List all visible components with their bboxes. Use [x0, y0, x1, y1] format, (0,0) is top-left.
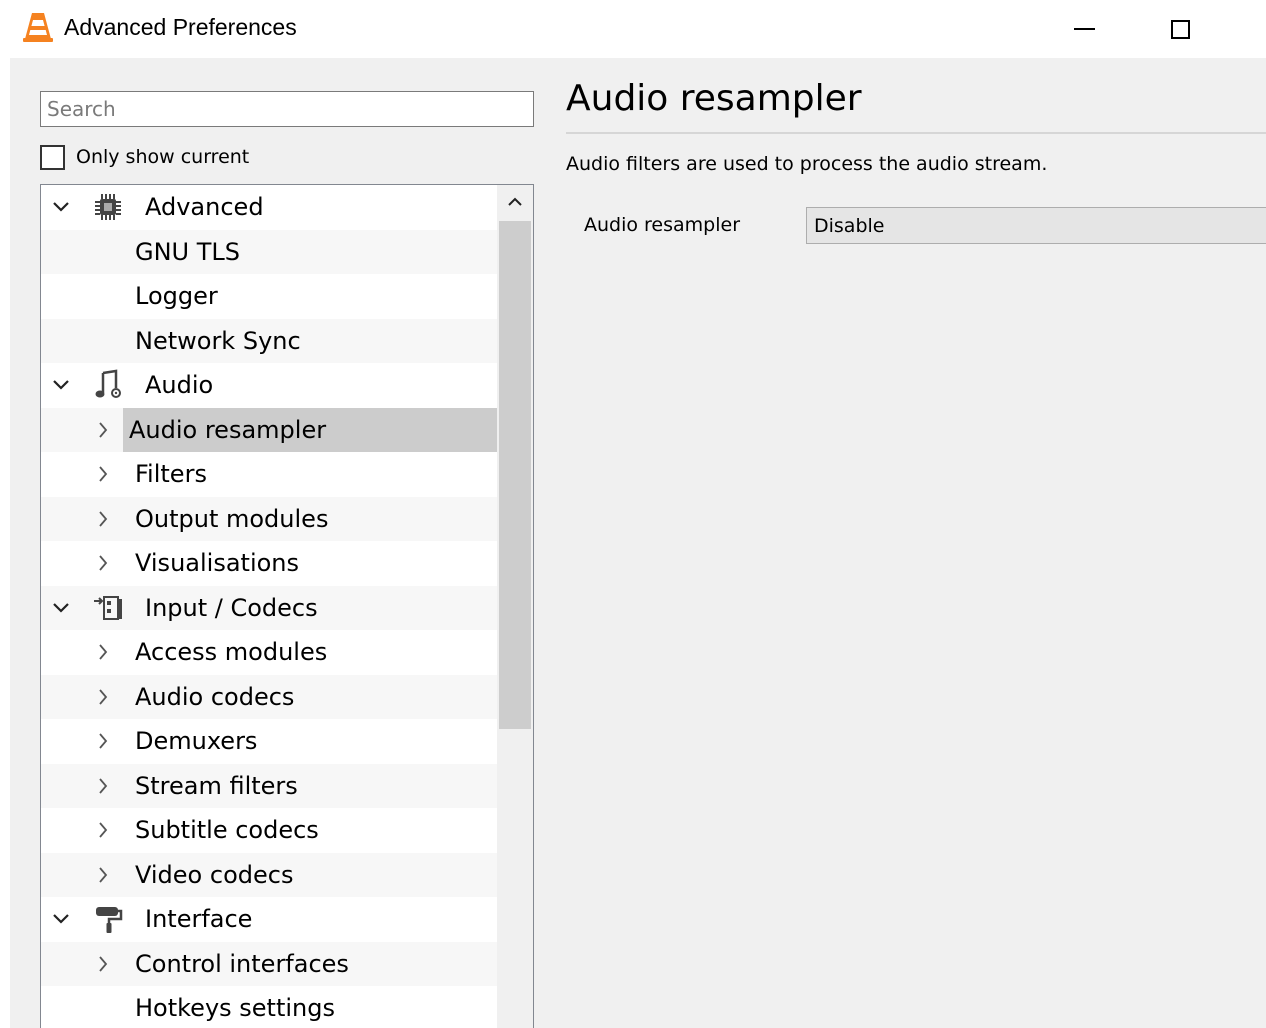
only-show-current-checkbox[interactable]	[40, 145, 65, 170]
chevron-down-icon[interactable]	[47, 586, 75, 630]
chevron-right-icon[interactable]	[89, 452, 117, 496]
tree-item-logger[interactable]: Logger	[41, 274, 497, 319]
tree-item-gnu-tls[interactable]: GNU TLS	[41, 230, 497, 275]
chevron-right-icon[interactable]	[89, 942, 117, 986]
audio-resampler-select[interactable]: Disable	[806, 207, 1266, 244]
preferences-tree[interactable]: AdvancedGNU TLSLoggerNetwork SyncAudioAu…	[40, 184, 534, 1028]
tree-item-advanced[interactable]: Advanced	[41, 185, 497, 230]
chevron-right-icon[interactable]	[89, 675, 117, 719]
tree-item-filters[interactable]: Filters	[41, 452, 497, 497]
tree-item-stream-filters[interactable]: Stream filters	[41, 764, 497, 809]
tree-item-output-modules[interactable]: Output modules	[41, 497, 497, 542]
chevron-right-icon[interactable]	[89, 497, 117, 541]
tree-item-audio[interactable]: Audio	[41, 363, 497, 408]
audio-resampler-label: Audio resampler	[584, 214, 740, 236]
chevron-down-icon[interactable]	[47, 185, 75, 229]
tree-item-access-modules[interactable]: Access modules	[41, 630, 497, 675]
maximize-button[interactable]	[1132, 0, 1228, 58]
tree-item-input-codecs[interactable]: Input / Codecs	[41, 586, 497, 631]
chevron-up-icon	[507, 197, 523, 207]
chevron-right-icon[interactable]	[89, 408, 117, 452]
vlc-cone-icon	[22, 10, 54, 44]
tree-item-audio-resampler[interactable]: Audio resampler	[41, 408, 497, 453]
paint-roller-icon	[91, 903, 125, 935]
chevron-down-icon[interactable]	[47, 897, 75, 941]
tree-item-interface[interactable]: Interface	[41, 897, 497, 942]
minimize-button[interactable]	[1036, 0, 1132, 58]
tree-item-video-codecs[interactable]: Video codecs	[41, 853, 497, 898]
tree-item-demuxers[interactable]: Demuxers	[41, 719, 497, 764]
tree-item-control-interfaces[interactable]: Control interfaces	[41, 942, 497, 987]
chevron-down-icon[interactable]	[47, 363, 75, 407]
panel-divider	[566, 132, 1266, 134]
tree-scrollbar[interactable]	[497, 185, 533, 1028]
chevron-right-icon[interactable]	[89, 541, 117, 585]
panel-description: Audio filters are used to process the au…	[566, 153, 1047, 175]
chevron-right-icon[interactable]	[89, 853, 117, 897]
only-show-current-label: Only show current	[76, 146, 249, 168]
tree-item-network-sync[interactable]: Network Sync	[41, 319, 497, 364]
music-note-icon	[91, 369, 125, 401]
tree-item-hotkeys-settings[interactable]: Hotkeys settings	[41, 986, 497, 1028]
tree-item-label: Audio resampler	[123, 408, 497, 452]
chevron-right-icon[interactable]	[89, 808, 117, 852]
only-show-current-row[interactable]: Only show current	[40, 142, 249, 172]
chevron-right-icon[interactable]	[89, 764, 117, 808]
chevron-right-icon[interactable]	[89, 630, 117, 674]
tree-item-label: Hotkeys settings	[129, 994, 341, 1028]
chevron-right-icon[interactable]	[89, 719, 117, 763]
panel-title: Audio resampler	[566, 78, 862, 119]
minimize-icon	[1074, 28, 1095, 30]
tree-item-visualisations[interactable]: Visualisations	[41, 541, 497, 586]
preferences-body: Search Only show current AdvancedGNU TLS…	[10, 58, 1266, 1028]
search-input[interactable]: Search	[40, 91, 534, 127]
maximize-icon	[1171, 20, 1190, 39]
window-title: Advanced Preferences	[64, 14, 297, 41]
chip-icon	[91, 191, 125, 223]
scrollbar-thumb[interactable]	[499, 221, 531, 729]
scroll-up-button[interactable]	[497, 185, 533, 219]
tree-item-audio-codecs[interactable]: Audio codecs	[41, 675, 497, 720]
input-codecs-icon	[91, 592, 125, 624]
tree-item-subtitle-codecs[interactable]: Subtitle codecs	[41, 808, 497, 853]
title-bar: Advanced Preferences	[0, 0, 1266, 58]
